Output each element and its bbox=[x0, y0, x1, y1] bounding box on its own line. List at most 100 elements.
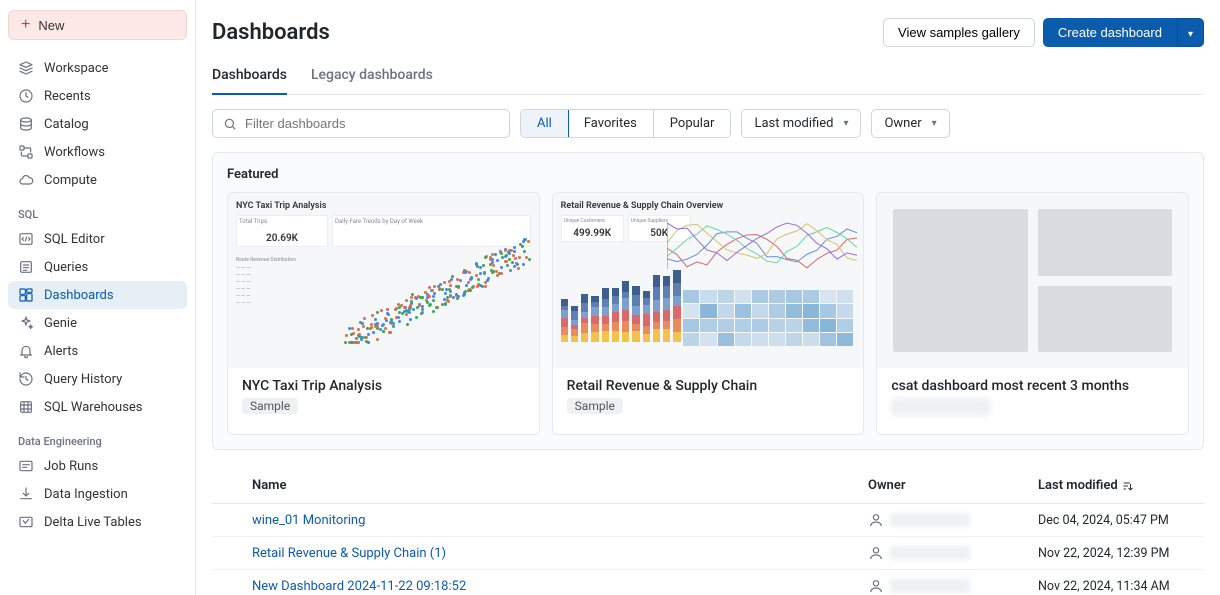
owner-badge-redacted bbox=[891, 398, 991, 416]
dashboards-table: Name Owner Last modified wine_01 Monitor… bbox=[212, 468, 1204, 595]
jobruns-icon bbox=[18, 458, 34, 474]
table-row[interactable]: New Dashboard 2024-11-22 09:18:52 Nov 22… bbox=[212, 570, 1204, 595]
sidebar-item-label: Data Ingestion bbox=[44, 487, 128, 502]
sidebar-item-queries[interactable]: Queries bbox=[8, 253, 187, 281]
owner-dropdown[interactable]: Owner ▾ bbox=[871, 109, 949, 138]
dashboard-link[interactable]: New Dashboard 2024-11-22 09:18:52 bbox=[218, 579, 868, 594]
sidebar-item-label: Queries bbox=[44, 260, 88, 275]
col-name-header[interactable]: Name bbox=[218, 478, 868, 493]
sidebar-item-label: Recents bbox=[44, 89, 91, 104]
owner-cell bbox=[868, 578, 1038, 594]
modified-cell: Nov 22, 2024, 12:39 PM bbox=[1038, 546, 1198, 561]
table-row[interactable]: Retail Revenue & Supply Chain (1) Nov 22… bbox=[212, 537, 1204, 570]
warehouses-icon bbox=[18, 399, 34, 415]
owner-cell bbox=[868, 545, 1038, 561]
sidebar-item-compute[interactable]: Compute bbox=[8, 166, 187, 194]
new-button[interactable]: + New bbox=[8, 10, 187, 40]
sidebar-item-label: Job Runs bbox=[44, 459, 98, 474]
sample-badge: Sample bbox=[242, 398, 298, 414]
dashboards-icon bbox=[18, 287, 34, 303]
col-modified-header[interactable]: Last modified bbox=[1038, 478, 1198, 493]
sidebar-item-workspace[interactable]: Workspace bbox=[8, 54, 187, 82]
sidebar-item-label: SQL Warehouses bbox=[44, 400, 143, 415]
dlt-icon bbox=[18, 514, 34, 530]
sidebar-item-sql-warehouses[interactable]: SQL Warehouses bbox=[8, 393, 187, 421]
sidebar-item-sql-editor[interactable]: SQL Editor bbox=[8, 225, 187, 253]
sidebar-item-alerts[interactable]: Alerts bbox=[8, 337, 187, 365]
owner-cell bbox=[868, 512, 1038, 528]
card-title: csat dashboard most recent 3 months bbox=[891, 378, 1174, 394]
owner-name-redacted bbox=[890, 513, 970, 527]
table-row[interactable]: wine_01 Monitoring Dec 04, 2024, 05:47 P… bbox=[212, 504, 1204, 537]
chevron-down-icon: ▾ bbox=[1188, 29, 1193, 40]
editor-icon bbox=[18, 231, 34, 247]
last-modified-dropdown[interactable]: Last modified ▾ bbox=[741, 109, 861, 138]
sidebar-item-label: Delta Live Tables bbox=[44, 515, 142, 530]
card-preview: NYC Taxi Trip Analysis Total Trips20.69K… bbox=[228, 193, 539, 368]
sidebar-item-label: Catalog bbox=[44, 117, 89, 132]
sidebar-item-query-history[interactable]: Query History bbox=[8, 365, 187, 393]
queries-icon bbox=[18, 259, 34, 275]
segment-all[interactable]: All bbox=[520, 109, 569, 138]
sidebar-item-data-ingestion[interactable]: Data Ingestion bbox=[8, 480, 187, 508]
search-icon bbox=[223, 117, 237, 131]
person-icon bbox=[868, 512, 884, 528]
sidebar-item-label: Query History bbox=[44, 372, 122, 387]
sidebar-item-label: Dashboards bbox=[44, 288, 114, 303]
catalog-icon bbox=[18, 116, 34, 132]
featured-card[interactable]: Retail Revenue & Supply Chain Overview U… bbox=[552, 192, 865, 435]
tab-dashboards[interactable]: Dashboards bbox=[212, 61, 287, 95]
segment-popular[interactable]: Popular bbox=[654, 110, 731, 137]
card-preview bbox=[877, 193, 1188, 368]
dashboard-link[interactable]: Retail Revenue & Supply Chain (1) bbox=[218, 546, 868, 561]
sidebar-item-job-runs[interactable]: Job Runs bbox=[8, 452, 187, 480]
filter-search[interactable] bbox=[212, 109, 510, 138]
sidebar-item-genie[interactable]: Genie bbox=[8, 309, 187, 337]
segment-favorites[interactable]: Favorites bbox=[568, 110, 654, 137]
ingestion-icon bbox=[18, 486, 34, 502]
clock-icon bbox=[18, 88, 34, 104]
history-icon bbox=[18, 371, 34, 387]
sidebar-item-recents[interactable]: Recents bbox=[8, 82, 187, 110]
sidebar-item-workflows[interactable]: Workflows bbox=[8, 138, 187, 166]
card-title: NYC Taxi Trip Analysis bbox=[242, 378, 525, 394]
featured-card[interactable]: NYC Taxi Trip Analysis Total Trips20.69K… bbox=[227, 192, 540, 435]
sidebar-item-delta-live-tables[interactable]: Delta Live Tables bbox=[8, 508, 187, 536]
view-samples-button[interactable]: View samples gallery bbox=[883, 18, 1035, 47]
featured-card[interactable]: csat dashboard most recent 3 months bbox=[876, 192, 1189, 435]
sort-icon bbox=[1122, 480, 1134, 492]
new-button-label: New bbox=[38, 18, 64, 33]
genie-icon bbox=[18, 315, 34, 331]
filter-input[interactable] bbox=[245, 116, 499, 131]
page-title: Dashboards bbox=[212, 20, 330, 45]
workflows-icon bbox=[18, 144, 34, 160]
person-icon bbox=[868, 545, 884, 561]
create-dashboard-button[interactable]: Create dashboard bbox=[1043, 18, 1177, 47]
chevron-down-icon: ▾ bbox=[932, 118, 937, 129]
owner-name-redacted bbox=[890, 546, 970, 560]
featured-section: Featured NYC Taxi Trip Analysis Total Tr… bbox=[212, 152, 1204, 450]
sidebar-item-catalog[interactable]: Catalog bbox=[8, 110, 187, 138]
sidebar-item-dashboards[interactable]: Dashboards bbox=[8, 281, 187, 309]
sidebar-item-label: Workspace bbox=[44, 61, 109, 76]
sidebar-item-label: Compute bbox=[44, 173, 97, 188]
owner-name-redacted bbox=[890, 579, 970, 593]
de-section-label: Data Engineering bbox=[8, 431, 187, 452]
col-owner-header[interactable]: Owner bbox=[868, 478, 1038, 493]
plus-icon: + bbox=[21, 17, 30, 33]
card-preview: Retail Revenue & Supply Chain Overview U… bbox=[553, 193, 864, 368]
sample-badge: Sample bbox=[567, 398, 623, 414]
tab-legacy-dashboards[interactable]: Legacy dashboards bbox=[311, 61, 433, 94]
sidebar-item-label: Genie bbox=[44, 316, 77, 331]
person-icon bbox=[868, 578, 884, 594]
create-dashboard-dropdown[interactable]: ▾ bbox=[1177, 18, 1204, 47]
alerts-icon bbox=[18, 343, 34, 359]
sql-section-label: SQL bbox=[8, 204, 187, 225]
dashboard-link[interactable]: wine_01 Monitoring bbox=[218, 513, 868, 528]
modified-cell: Nov 22, 2024, 11:34 AM bbox=[1038, 579, 1198, 594]
featured-title: Featured bbox=[227, 167, 1189, 182]
sidebar-item-label: Alerts bbox=[44, 344, 78, 359]
sidebar-item-label: Workflows bbox=[44, 145, 105, 160]
chevron-down-icon: ▾ bbox=[843, 118, 848, 129]
main-content: Dashboards View samples gallery Create d… bbox=[196, 0, 1220, 595]
